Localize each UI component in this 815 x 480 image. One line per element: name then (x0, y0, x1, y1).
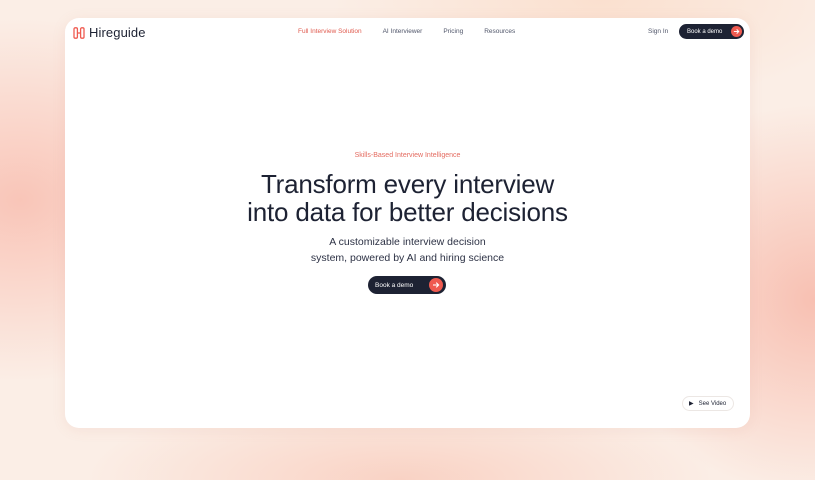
nav-link-pricing[interactable]: Pricing (443, 28, 463, 35)
nav-links: Full Interview Solution AI Interviewer P… (298, 28, 536, 35)
hero-subheadline: A customizable interview decision system… (65, 234, 750, 266)
play-icon: ▶ (689, 401, 694, 407)
nav-link-resources[interactable]: Resources (484, 28, 515, 35)
hero-book-demo-label: Book a demo (375, 281, 414, 289)
page-card: Hireguide Full Interview Solution AI Int… (65, 18, 750, 428)
hero-eyebrow: Skills-Based Interview Intelligence (354, 152, 461, 159)
sign-in-link[interactable]: Sign In (648, 28, 668, 35)
hero-book-demo-button[interactable]: Book a demo (368, 276, 446, 294)
nav-book-demo-button[interactable]: Book a demo (679, 24, 744, 39)
nav-book-demo-label: Book a demo (687, 28, 723, 35)
hero-headline: Transform every interview into data for … (65, 170, 750, 226)
arrow-right-icon (731, 26, 742, 37)
arrow-right-icon (429, 278, 443, 292)
nav-link-full-interview-solution[interactable]: Full Interview Solution (298, 28, 362, 35)
see-video-button[interactable]: ▶ See Video (682, 396, 734, 411)
brand-name: Hireguide (89, 25, 146, 40)
hero-sub-line1: A customizable interview decision (329, 236, 486, 248)
logo[interactable]: Hireguide (73, 25, 146, 40)
hireguide-logo-icon (73, 26, 85, 39)
hero-headline-line1: Transform every interview (260, 169, 555, 199)
see-video-label: See Video (698, 400, 727, 407)
top-nav: Hireguide Full Interview Solution AI Int… (65, 18, 750, 46)
nav-link-ai-interviewer[interactable]: AI Interviewer (383, 28, 423, 35)
hero-headline-line2: into data for better decisions (247, 197, 568, 227)
hero-sub-line2: system, powered by AI and hiring science (310, 252, 505, 264)
